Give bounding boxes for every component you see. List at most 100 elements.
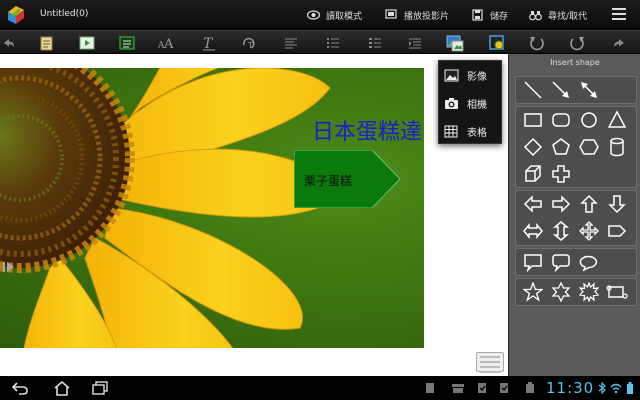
find-replace-button[interactable]: 尋找/取代 bbox=[528, 6, 587, 24]
shape-group-stars bbox=[515, 278, 637, 306]
triangle-icon[interactable] bbox=[604, 107, 630, 133]
bullet-list-icon[interactable] bbox=[324, 34, 342, 52]
home-icon[interactable] bbox=[52, 380, 72, 396]
document-title: Untitled(0) bbox=[40, 9, 89, 19]
read-mode-button[interactable]: 讀取模式 bbox=[306, 6, 362, 24]
svg-text:T: T bbox=[247, 41, 253, 50]
right-arrow-icon[interactable] bbox=[548, 191, 574, 217]
svg-text:A: A bbox=[163, 37, 174, 50]
star6-icon[interactable] bbox=[548, 279, 574, 305]
cylinder-icon[interactable] bbox=[604, 134, 630, 160]
battery-icon bbox=[624, 381, 636, 395]
storage-icon bbox=[424, 381, 436, 395]
font-size-icon[interactable]: AA bbox=[158, 34, 176, 52]
title-bar: Untitled(0) 讀取模式 播放投影片 儲存 尋找/取代 bbox=[0, 0, 640, 30]
slide-nav-icon[interactable] bbox=[2, 260, 18, 274]
task-icon bbox=[498, 381, 510, 395]
star-burst-icon[interactable] bbox=[576, 279, 602, 305]
left-arrow-icon[interactable] bbox=[520, 191, 546, 217]
rectangle-icon[interactable] bbox=[520, 107, 546, 133]
left-right-arrow-icon[interactable] bbox=[520, 218, 546, 244]
read-mode-label: 讀取模式 bbox=[326, 11, 363, 22]
numbered-list-icon[interactable] bbox=[366, 34, 384, 52]
shape-group-callouts bbox=[515, 248, 637, 276]
format-toolbar: AA T T bbox=[0, 30, 640, 54]
diamond-icon[interactable] bbox=[520, 134, 546, 160]
text-box-icon[interactable] bbox=[118, 34, 136, 52]
insert-shape-panel: Insert shape bbox=[508, 54, 640, 376]
slideshow-button[interactable]: 播放投影片 bbox=[384, 6, 449, 24]
save-label: 儲存 bbox=[490, 11, 509, 22]
sunflower-image[interactable] bbox=[0, 68, 424, 348]
eye-icon bbox=[306, 8, 320, 22]
quad-arrow-icon[interactable] bbox=[576, 218, 602, 244]
usb-icon bbox=[524, 381, 536, 395]
rounded-rectangle-icon[interactable] bbox=[548, 107, 574, 133]
arrow-shape-text: 栗子蛋糕 bbox=[304, 174, 353, 188]
redo-icon[interactable] bbox=[610, 34, 628, 52]
pentagon-icon[interactable] bbox=[548, 134, 574, 160]
slideshow-icon bbox=[384, 8, 398, 22]
cube-icon[interactable] bbox=[520, 161, 546, 187]
save-icon bbox=[470, 8, 484, 22]
cross-icon[interactable] bbox=[548, 161, 574, 187]
slideshow-label: 播放投影片 bbox=[404, 11, 450, 22]
down-arrow-icon[interactable] bbox=[604, 191, 630, 217]
insert-image-label: 影像 bbox=[467, 71, 487, 83]
shape-group-arrows bbox=[515, 190, 637, 246]
shape-group-basic bbox=[515, 106, 637, 188]
recent-apps-icon[interactable] bbox=[90, 380, 110, 396]
up-down-arrow-icon[interactable] bbox=[548, 218, 574, 244]
indent-icon[interactable] bbox=[406, 34, 424, 52]
up-arrow-icon[interactable] bbox=[576, 191, 602, 217]
system-bar: 11:30 bbox=[0, 376, 640, 400]
align-icon[interactable] bbox=[282, 34, 300, 52]
table-icon bbox=[443, 124, 459, 138]
rotate-left-icon[interactable] bbox=[528, 34, 546, 52]
play-icon[interactable] bbox=[78, 34, 96, 52]
text-format-icon[interactable]: T bbox=[200, 34, 218, 52]
menu-icon[interactable] bbox=[612, 8, 626, 20]
bluetooth-icon bbox=[596, 381, 608, 395]
camera-icon bbox=[443, 96, 459, 110]
svg-text:T: T bbox=[203, 36, 214, 51]
rotate-right-icon[interactable] bbox=[568, 34, 586, 52]
save-button[interactable]: 儲存 bbox=[470, 6, 508, 24]
rounded-callout-icon[interactable] bbox=[548, 249, 574, 275]
hexagon-icon[interactable] bbox=[576, 134, 602, 160]
undo-icon[interactable] bbox=[0, 34, 18, 52]
insert-image-item[interactable]: 影像 bbox=[439, 61, 503, 89]
circle-icon[interactable] bbox=[576, 107, 602, 133]
clipboard-icon bbox=[476, 381, 488, 395]
double-arrow-line-icon[interactable] bbox=[576, 77, 602, 103]
clock: 11:30 bbox=[546, 379, 595, 397]
rect-callout-icon[interactable] bbox=[520, 249, 546, 275]
app-window: Untitled(0) 讀取模式 播放投影片 儲存 尋找/取代 A A T T … bbox=[0, 0, 640, 400]
insert-camera-label: 相機 bbox=[467, 99, 487, 111]
text-rotate-icon[interactable]: T bbox=[240, 34, 258, 52]
notes-panel-button[interactable] bbox=[476, 352, 504, 373]
shape-icon[interactable] bbox=[488, 34, 506, 52]
find-replace-label: 尋找/取代 bbox=[548, 11, 588, 22]
notes-icon[interactable] bbox=[38, 34, 56, 52]
star5-icon[interactable] bbox=[520, 279, 546, 305]
app-logo-icon[interactable] bbox=[6, 4, 26, 26]
image-icon bbox=[443, 68, 459, 82]
line-icon[interactable] bbox=[520, 77, 546, 103]
insert-table-label: 表格 bbox=[467, 127, 487, 139]
slide-text-box[interactable]: 日本蛋糕達 bbox=[312, 114, 422, 146]
insert-menu: 影像 相機 表格 bbox=[438, 60, 502, 144]
arrow-line-icon[interactable] bbox=[548, 77, 574, 103]
oval-callout-icon[interactable] bbox=[576, 249, 602, 275]
back-icon[interactable] bbox=[10, 380, 30, 396]
shape-group-lines bbox=[515, 76, 637, 104]
slide-canvas[interactable]: 日本蛋糕達 栗子蛋糕 bbox=[0, 54, 508, 376]
pentagon-arrow-icon[interactable] bbox=[604, 218, 630, 244]
insert-camera-item[interactable]: 相機 bbox=[439, 89, 503, 117]
scroll-icon[interactable] bbox=[604, 279, 630, 305]
insert-shape-title: Insert shape bbox=[550, 58, 600, 67]
insert-image-icon[interactable] bbox=[446, 34, 464, 52]
wifi-icon bbox=[610, 381, 622, 395]
keyboard-icon bbox=[452, 381, 464, 395]
insert-table-item[interactable]: 表格 bbox=[439, 117, 503, 145]
